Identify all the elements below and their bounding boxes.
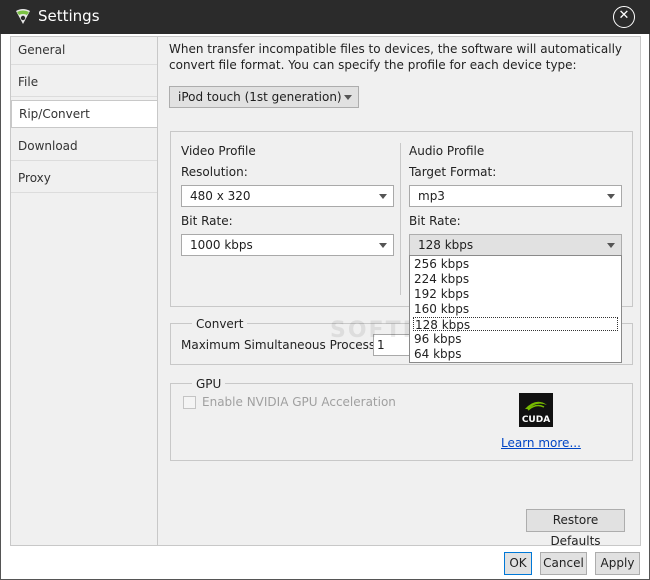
audio-bitrate-option[interactable]: 224 kbps	[413, 272, 618, 286]
description-text: When transfer incompatible files to devi…	[169, 42, 622, 72]
device-type-value: iPod touch (1st generation)	[178, 90, 342, 104]
audio-bitrate-option[interactable]: 160 kbps	[413, 302, 618, 316]
target-format-label: Target Format:	[409, 165, 497, 179]
gpu-acceleration-label: Enable NVIDIA GPU Acceleration	[202, 395, 396, 409]
resolution-value: 480 x 320	[190, 189, 251, 203]
window-title: Settings	[38, 7, 100, 25]
device-type-select[interactable]: iPod touch (1st generation)	[169, 86, 359, 108]
target-format-value: mp3	[418, 189, 445, 203]
sidebar-item-download[interactable]: Download	[11, 133, 157, 161]
audio-bitrate-option[interactable]: 192 kbps	[413, 287, 618, 301]
cuda-logo-text: CUDA	[521, 415, 551, 425]
cancel-button[interactable]: Cancel	[540, 552, 587, 575]
audio-profile-title: Audio Profile	[409, 144, 485, 158]
video-bitrate-label: Bit Rate:	[181, 214, 233, 228]
target-format-select[interactable]: mp3	[409, 185, 622, 207]
sidebar-item-proxy[interactable]: Proxy	[11, 165, 157, 193]
ok-button[interactable]: OK	[504, 552, 532, 575]
audio-bitrate-select[interactable]: 128 kbps	[409, 234, 622, 256]
audio-bitrate-option[interactable]: 64 kbps	[413, 347, 618, 361]
resolution-select[interactable]: 480 x 320	[181, 185, 394, 207]
close-icon[interactable]: ✕	[613, 6, 635, 28]
audio-bitrate-label: Bit Rate:	[409, 214, 461, 228]
audio-bitrate-dropdown-list: 256 kbps 224 kbps 192 kbps 160 kbps 128 …	[409, 255, 622, 363]
chevron-down-icon	[607, 243, 615, 248]
audio-bitrate-option[interactable]: 256 kbps	[413, 257, 618, 271]
sidebar: General File Rip/Convert Download Proxy	[10, 36, 159, 546]
audio-bitrate-option[interactable]: 96 kbps	[413, 332, 618, 346]
audio-bitrate-option-selected[interactable]: 128 kbps	[413, 317, 618, 332]
sidebar-item-rip-convert[interactable]: Rip/Convert	[11, 100, 159, 128]
learn-more-link[interactable]: Learn more...	[501, 436, 581, 450]
chevron-down-icon	[344, 95, 352, 100]
chevron-down-icon	[607, 194, 615, 199]
resolution-label: Resolution:	[181, 165, 248, 179]
sidebar-item-general[interactable]: General	[11, 37, 157, 65]
gpu-acceleration-checkbox[interactable]	[183, 396, 196, 409]
chevron-down-icon	[379, 243, 387, 248]
apply-button[interactable]: Apply	[595, 552, 640, 575]
profile-divider	[400, 143, 401, 295]
sidebar-item-file[interactable]: File	[11, 69, 157, 97]
audio-bitrate-value: 128 kbps	[418, 238, 474, 252]
app-logo-icon	[14, 8, 32, 26]
convert-group-title: Convert	[192, 317, 248, 331]
gpu-group-title: GPU	[192, 377, 226, 391]
chevron-down-icon	[379, 194, 387, 199]
video-bitrate-value: 1000 kbps	[190, 238, 253, 252]
video-profile-title: Video Profile	[181, 144, 256, 158]
video-bitrate-select[interactable]: 1000 kbps	[181, 234, 394, 256]
restore-defaults-button[interactable]: Restore Defaults	[526, 509, 625, 548]
cuda-logo: CUDA	[519, 393, 553, 427]
